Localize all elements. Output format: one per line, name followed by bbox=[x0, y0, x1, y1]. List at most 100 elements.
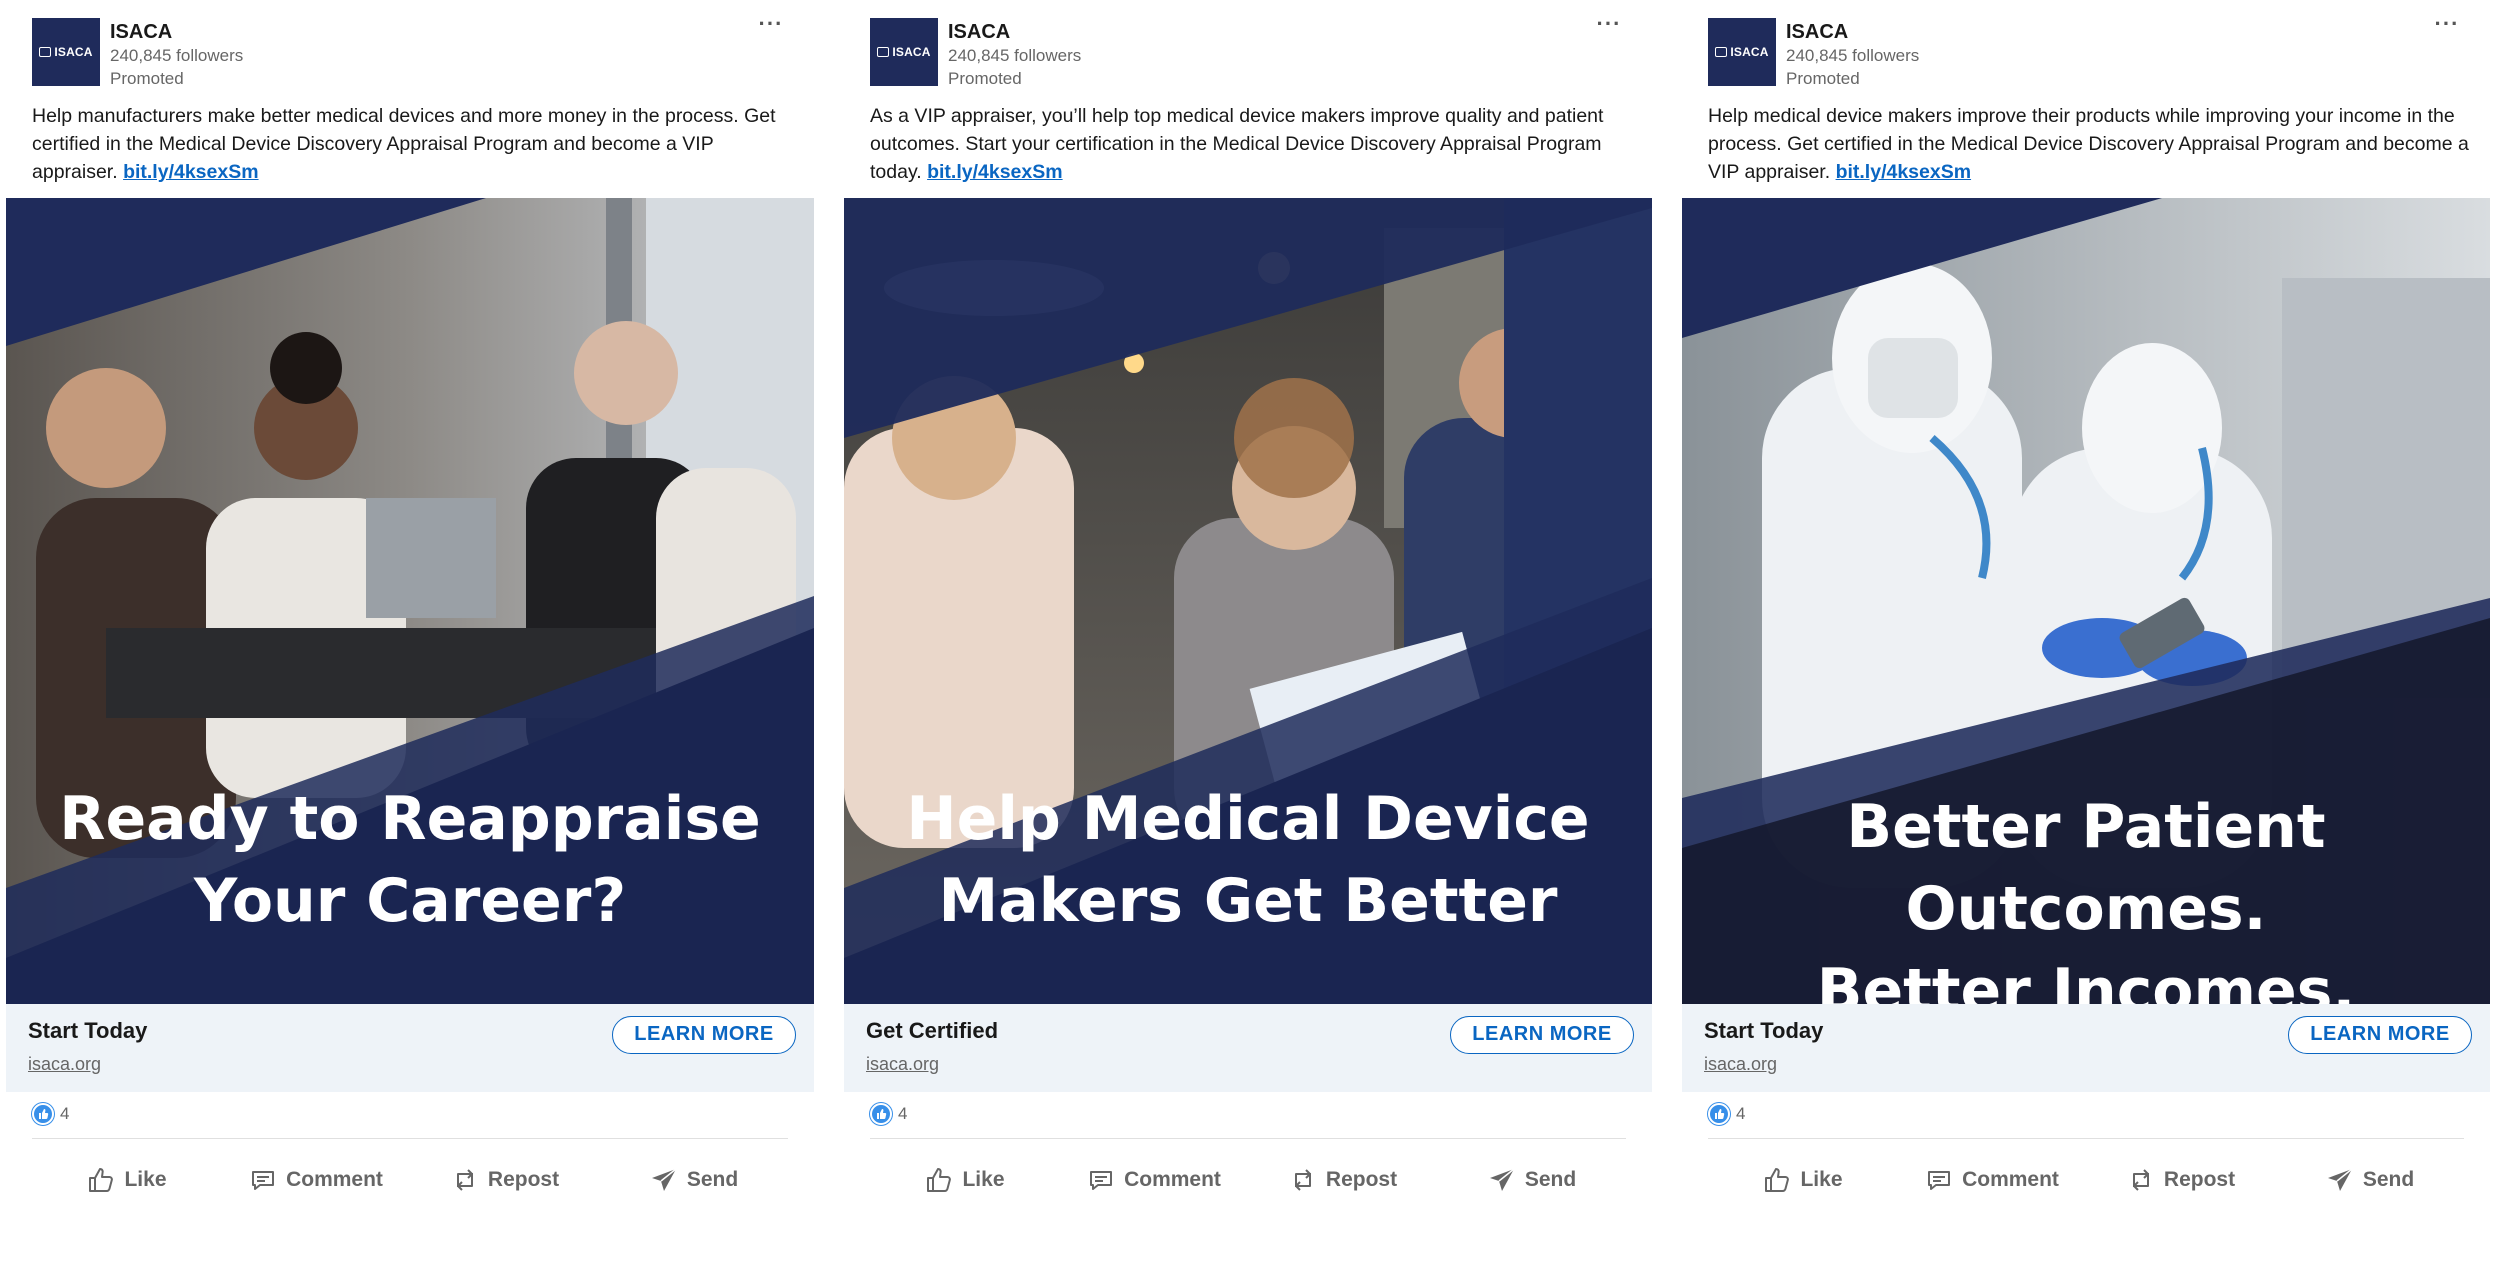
repost-label: Repost bbox=[1325, 1168, 1398, 1191]
headline-line-2: Makers Get Better bbox=[938, 866, 1558, 936]
social-actions: Like Comment Repost Send bbox=[1708, 1150, 2464, 1210]
author-name[interactable]: ISACA bbox=[948, 20, 1081, 44]
learn-more-button[interactable]: LEARN MORE bbox=[2288, 1016, 2472, 1054]
comment-button[interactable]: Comment bbox=[1059, 1150, 1248, 1210]
comment-icon bbox=[252, 1171, 275, 1190]
follower-count: 240,845 followers bbox=[1786, 46, 1920, 65]
learn-more-button[interactable]: LEARN MORE bbox=[1450, 1016, 1634, 1054]
ad-headline: Help Medical Device Makers Get Better bbox=[844, 778, 1652, 942]
send-label: Send bbox=[1524, 1168, 1577, 1191]
ellipsis-icon[interactable]: ··· bbox=[754, 13, 788, 42]
repost-icon bbox=[456, 1169, 473, 1191]
headline-line-1: Better Patient Outcomes. bbox=[1846, 792, 2326, 944]
divider bbox=[870, 1138, 1626, 1139]
social-counts[interactable]: 4 bbox=[1708, 1100, 1745, 1128]
thumbs-up-icon bbox=[927, 1168, 952, 1192]
sponsored-post: ISACA ISACA 240,845 followers Promoted ·… bbox=[844, 0, 1652, 1266]
promoted-label: Promoted bbox=[110, 69, 184, 88]
post-commentary: As a VIP appraiser, you’ll help top medi… bbox=[870, 102, 1640, 186]
ad-image[interactable]: Ready to Reappraise Your Career? bbox=[6, 198, 814, 1004]
ad-headline: Ready to Reappraise Your Career? bbox=[6, 778, 814, 942]
headline-line-2: Your Career? bbox=[193, 866, 627, 936]
comment-label: Comment bbox=[1962, 1168, 2059, 1191]
company-logo[interactable]: ISACA bbox=[1708, 18, 1776, 86]
cta-domain[interactable]: isaca.org bbox=[866, 1054, 939, 1075]
like-button[interactable]: Like bbox=[32, 1150, 221, 1210]
cta-bar[interactable]: Start Today isaca.org LEARN MORE bbox=[1682, 1004, 2490, 1092]
comment-icon bbox=[1928, 1171, 1951, 1190]
send-label: Send bbox=[686, 1168, 739, 1191]
author-block: ISACA 240,845 followers Promoted bbox=[948, 20, 1081, 90]
send-icon bbox=[1489, 1168, 1515, 1191]
send-icon bbox=[651, 1168, 677, 1191]
like-label: Like bbox=[124, 1168, 167, 1191]
repost-icon bbox=[1294, 1169, 1311, 1191]
company-logo[interactable]: ISACA bbox=[870, 18, 938, 86]
follower-count: 240,845 followers bbox=[948, 46, 1082, 65]
comment-label: Comment bbox=[1124, 1168, 1221, 1191]
thumbs-up-icon bbox=[89, 1168, 114, 1192]
learn-more-button[interactable]: LEARN MORE bbox=[612, 1016, 796, 1054]
send-button[interactable]: Send bbox=[2275, 1150, 2464, 1210]
post-header: ISACA ISACA 240,845 followers Promoted ·… bbox=[6, 0, 814, 96]
isaca-logo-icon: ISACA bbox=[39, 45, 92, 59]
repost-button[interactable]: Repost bbox=[1248, 1150, 1437, 1210]
author-name[interactable]: ISACA bbox=[110, 20, 243, 44]
like-reaction-icon bbox=[1708, 1103, 1730, 1125]
social-actions: Like Comment Repost Send bbox=[870, 1150, 1626, 1210]
post-commentary: Help medical device makers improve their… bbox=[1708, 102, 2478, 186]
author-block: ISACA 240,845 followers Promoted bbox=[110, 20, 243, 90]
comment-label: Comment bbox=[286, 1168, 383, 1191]
send-button[interactable]: Send bbox=[1437, 1150, 1626, 1210]
send-icon bbox=[2327, 1168, 2353, 1191]
reaction-count: 4 bbox=[898, 1104, 908, 1123]
headline-line-1: Ready to Reappraise bbox=[59, 784, 761, 854]
author-block: ISACA 240,845 followers Promoted bbox=[1786, 20, 1919, 90]
ad-image[interactable]: Help Medical Device Makers Get Better bbox=[844, 198, 1652, 1004]
social-counts[interactable]: 4 bbox=[870, 1100, 907, 1128]
follower-count: 240,845 followers bbox=[110, 46, 244, 65]
like-reaction-icon bbox=[870, 1103, 892, 1125]
cta-title: Start Today bbox=[1704, 1018, 1824, 1043]
send-button[interactable]: Send bbox=[599, 1150, 788, 1210]
send-label: Send bbox=[2362, 1168, 2415, 1191]
repost-button[interactable]: Repost bbox=[410, 1150, 599, 1210]
like-button[interactable]: Like bbox=[1708, 1150, 1897, 1210]
comment-button[interactable]: Comment bbox=[1897, 1150, 2086, 1210]
social-actions: Like Comment Repost Send bbox=[32, 1150, 788, 1210]
isaca-logo-icon: ISACA bbox=[1715, 45, 1768, 59]
repost-icon bbox=[2132, 1169, 2149, 1191]
post-header: ISACA ISACA 240,845 followers Promoted ·… bbox=[1682, 0, 2490, 96]
ellipsis-icon[interactable]: ··· bbox=[1592, 13, 1626, 42]
ad-image[interactable]: Better Patient Outcomes. Better Incomes. bbox=[1682, 198, 2490, 1004]
post-link[interactable]: bit.ly/4ksexSm bbox=[927, 161, 1063, 183]
post-link[interactable]: bit.ly/4ksexSm bbox=[123, 161, 259, 183]
cta-domain[interactable]: isaca.org bbox=[28, 1054, 101, 1075]
comment-icon bbox=[1090, 1171, 1113, 1190]
cta-bar[interactable]: Get Certified isaca.org LEARN MORE bbox=[844, 1004, 1652, 1092]
company-logo[interactable]: ISACA bbox=[32, 18, 100, 86]
reaction-count: 4 bbox=[60, 1104, 70, 1123]
post-header: ISACA ISACA 240,845 followers Promoted ·… bbox=[844, 0, 1652, 96]
like-label: Like bbox=[1800, 1168, 1843, 1191]
sponsored-post: ISACA ISACA 240,845 followers Promoted ·… bbox=[1682, 0, 2490, 1266]
comment-button[interactable]: Comment bbox=[221, 1150, 410, 1210]
promoted-label: Promoted bbox=[1786, 69, 1860, 88]
divider bbox=[32, 1138, 788, 1139]
like-button[interactable]: Like bbox=[870, 1150, 1059, 1210]
cta-bar[interactable]: Start Today isaca.org LEARN MORE bbox=[6, 1004, 814, 1092]
author-name[interactable]: ISACA bbox=[1786, 20, 1919, 44]
social-counts[interactable]: 4 bbox=[32, 1100, 69, 1128]
ad-headline: Better Patient Outcomes. Better Incomes. bbox=[1682, 786, 2490, 1004]
ellipsis-icon[interactable]: ··· bbox=[2430, 13, 2464, 42]
isaca-logo-icon: ISACA bbox=[877, 45, 930, 59]
post-link[interactable]: bit.ly/4ksexSm bbox=[1836, 161, 1972, 183]
repost-label: Repost bbox=[487, 1168, 560, 1191]
sponsored-post: ISACA ISACA 240,845 followers Promoted ·… bbox=[6, 0, 814, 1266]
cta-domain[interactable]: isaca.org bbox=[1704, 1054, 1777, 1075]
thumbs-up-icon bbox=[1765, 1168, 1790, 1192]
post-commentary: Help manufacturers make better medical d… bbox=[32, 102, 802, 186]
repost-button[interactable]: Repost bbox=[2086, 1150, 2275, 1210]
headline-line-1: Help Medical Device bbox=[906, 784, 1590, 854]
cta-title: Start Today bbox=[28, 1018, 148, 1043]
